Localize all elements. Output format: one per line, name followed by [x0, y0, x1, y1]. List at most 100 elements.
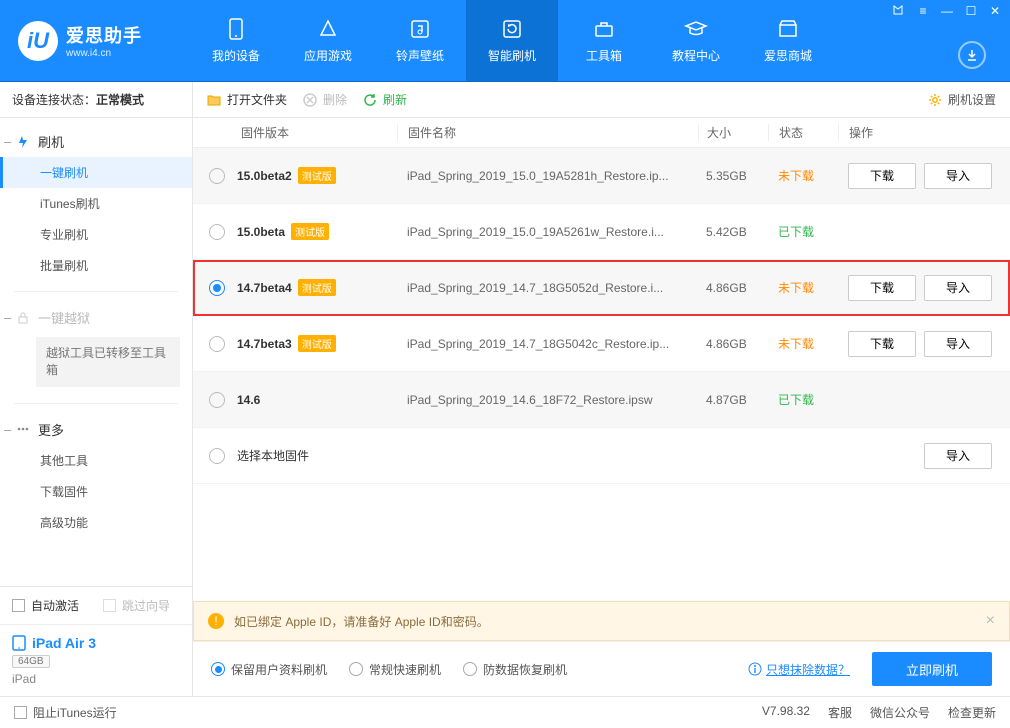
radio-local[interactable]	[209, 448, 225, 464]
table-row[interactable]: 14.7beta3测试版 iPad_Spring_2019_14.7_18G50…	[193, 316, 1010, 372]
update-link[interactable]: 检查更新	[948, 704, 996, 721]
sidebar-item-downloadfw[interactable]: 下载固件	[0, 476, 192, 507]
download-button[interactable]: 下载	[848, 163, 916, 189]
beta-tag: 测试版	[298, 167, 336, 184]
table-row[interactable]: 14.6 iPad_Spring_2019_14.6_18F72_Restore…	[193, 372, 1010, 428]
version-label: 14.7beta4	[237, 281, 292, 295]
version-label: 14.6	[237, 393, 260, 407]
th-status: 状态	[768, 124, 838, 141]
phone-icon	[224, 17, 248, 41]
version-label: V7.98.32	[762, 704, 810, 721]
nav-toolbox[interactable]: 工具箱	[558, 0, 650, 81]
sidebar-options: 自动激活 跳过向导	[0, 587, 192, 625]
nav-tutorial[interactable]: 教程中心	[650, 0, 742, 81]
action-bar: 保留用户资料刷机 常规快速刷机 防数据恢复刷机 只想抹除数据？ 立即刷机	[193, 641, 1010, 696]
firmware-size: 5.35GB	[698, 169, 768, 183]
block-itunes-checkbox[interactable]	[14, 706, 27, 719]
status-label: 已下载	[768, 391, 838, 408]
row-radio[interactable]	[209, 336, 225, 352]
menu-icon[interactable]: ≡	[916, 4, 930, 18]
table-header: 固件版本 固件名称 大小 状态 操作	[193, 118, 1010, 148]
radio-icon	[211, 662, 225, 676]
erase-link[interactable]: 只想抹除数据？	[748, 661, 850, 678]
sidebar-item-itunes[interactable]: iTunes刷机	[0, 188, 192, 219]
sidebar-item-batch[interactable]: 批量刷机	[0, 250, 192, 281]
download-button[interactable]: 下载	[848, 331, 916, 357]
connection-status: 设备连接状态：正常模式	[0, 82, 192, 118]
close-notice-button[interactable]: ×	[986, 612, 995, 630]
table-row[interactable]: 15.0beta测试版 iPad_Spring_2019_15.0_19A526…	[193, 204, 1010, 260]
nav-ringtone[interactable]: 铃声壁纸	[374, 0, 466, 81]
opt-keep-data[interactable]: 保留用户资料刷机	[211, 661, 327, 678]
reload-icon	[363, 93, 377, 107]
nav-store[interactable]: 爱思商城	[742, 0, 834, 81]
flash-icon	[16, 135, 30, 149]
nav-my-device[interactable]: 我的设备	[190, 0, 282, 81]
toolbar: 打开文件夹 删除 刷新 刷机设置	[193, 82, 1010, 118]
more-icon	[16, 422, 30, 436]
version-label: 15.0beta2	[237, 169, 292, 183]
delete-button[interactable]: 删除	[303, 91, 347, 108]
import-button[interactable]: 导入	[924, 331, 992, 357]
close-icon[interactable]: ✕	[988, 4, 1002, 18]
sidebar-item-othertools[interactable]: 其他工具	[0, 445, 192, 476]
firmware-name: iPad_Spring_2019_14.7_18G5042c_Restore.i…	[397, 337, 698, 351]
sidebar-item-advanced[interactable]: 高级功能	[0, 507, 192, 538]
import-button[interactable]: 导入	[924, 275, 992, 301]
sidebar-item-pro[interactable]: 专业刷机	[0, 219, 192, 250]
row-radio[interactable]	[209, 392, 225, 408]
content: 打开文件夹 删除 刷新 刷机设置 固件版本 固件名称 大小 状态	[193, 82, 1010, 696]
logo: iU 爱思助手 www.i4.cn	[0, 0, 190, 81]
th-name: 固件名称	[397, 124, 698, 141]
nav-apps[interactable]: 应用游戏	[282, 0, 374, 81]
beta-tag: 测试版	[291, 223, 329, 240]
sidebar-group-flash[interactable]: – 刷机	[0, 126, 192, 157]
row-radio[interactable]	[209, 168, 225, 184]
gear-icon	[928, 93, 942, 107]
wardrobe-icon[interactable]	[892, 4, 906, 18]
opt-normal[interactable]: 常规快速刷机	[349, 661, 441, 678]
firmware-name: iPad_Spring_2019_14.6_18F72_Restore.ipsw	[397, 393, 698, 407]
firmware-size: 5.42GB	[698, 225, 768, 239]
version-label: 15.0beta	[237, 225, 285, 239]
row-radio[interactable]	[209, 280, 225, 296]
flash-now-button[interactable]: 立即刷机	[872, 652, 992, 686]
nav-flash[interactable]: 智能刷机	[466, 0, 558, 81]
status-label: 未下载	[768, 335, 838, 352]
beta-tag: 测试版	[298, 335, 336, 352]
firmware-name: iPad_Spring_2019_15.0_19A5281h_Restore.i…	[397, 169, 698, 183]
status-label: 未下载	[768, 279, 838, 296]
folder-icon	[207, 93, 221, 107]
row-radio[interactable]	[209, 224, 225, 240]
firmware-name: iPad_Spring_2019_14.7_18G5052d_Restore.i…	[397, 281, 698, 295]
sidebar-group-more[interactable]: – 更多	[0, 414, 192, 445]
table-row[interactable]: 14.7beta4 测试版 iPad_Spring_2019_14.7_18G50…	[193, 260, 1010, 316]
refresh-button[interactable]: 刷新	[363, 91, 407, 108]
beta-tag: 测试版	[298, 279, 336, 296]
radio-icon	[349, 662, 363, 676]
download-indicator[interactable]	[958, 41, 986, 69]
wechat-link[interactable]: 微信公众号	[870, 704, 930, 721]
opt-anti-recover[interactable]: 防数据恢复刷机	[463, 661, 567, 678]
table-row[interactable]: 15.0beta2 测试版 iPad_Spring_2019_15.0_19A52…	[193, 148, 1010, 204]
import-button[interactable]: 导入	[924, 163, 992, 189]
flash-settings-button[interactable]: 刷机设置	[928, 91, 996, 108]
local-firmware-row[interactable]: 选择本地固件 导入	[193, 428, 1010, 484]
maximize-icon[interactable]: ☐	[964, 4, 978, 18]
th-ops: 操作	[838, 124, 1010, 141]
download-button[interactable]: 下载	[848, 275, 916, 301]
jailbreak-note: 越狱工具已转移至工具箱	[36, 337, 180, 387]
status-label: 未下载	[768, 167, 838, 184]
import-button[interactable]: 导入	[924, 443, 992, 469]
auto-activate-checkbox[interactable]	[12, 599, 25, 612]
service-link[interactable]: 客服	[828, 704, 852, 721]
lock-icon	[16, 311, 30, 325]
skip-guide-checkbox[interactable]	[103, 599, 116, 612]
open-folder-button[interactable]: 打开文件夹	[207, 91, 287, 108]
minimize-icon[interactable]: —	[940, 4, 954, 18]
sidebar-item-oneclick[interactable]: 一键刷机	[0, 157, 192, 188]
info-icon	[748, 662, 762, 676]
store-icon	[776, 17, 800, 41]
th-version: 固件版本	[237, 124, 397, 141]
toolbox-icon	[592, 17, 616, 41]
